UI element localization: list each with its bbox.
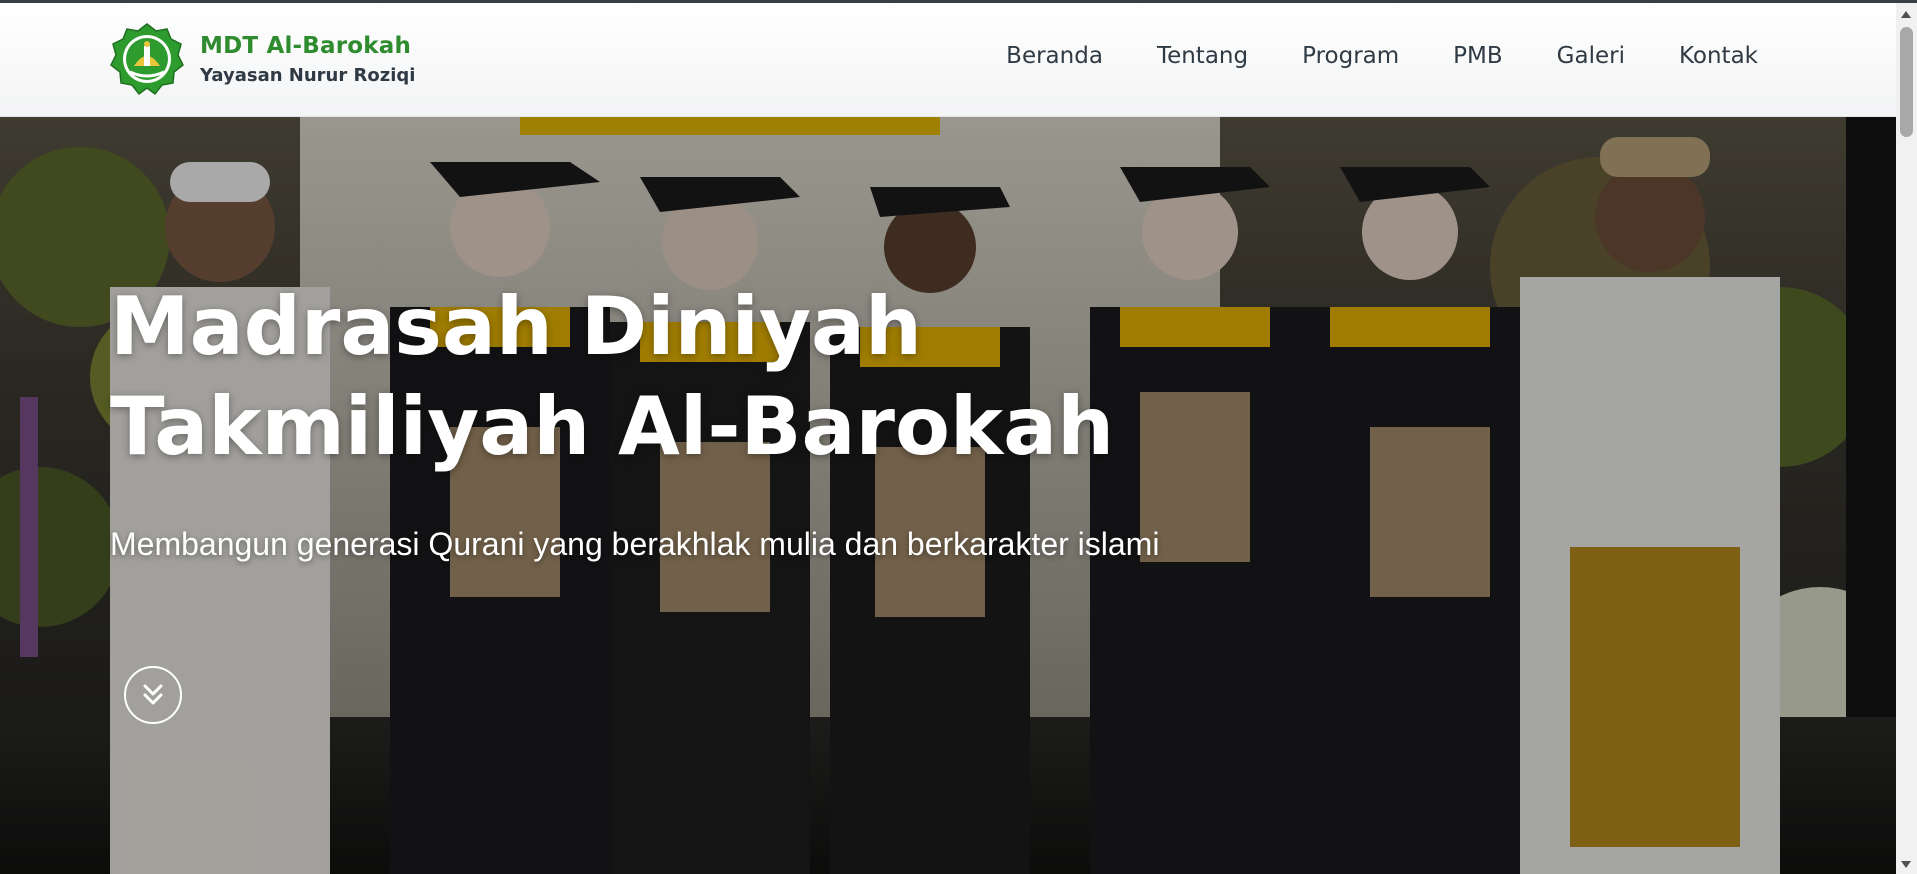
hero-section: Madrasah Diniyah Takmiliyah Al-Barokah M… bbox=[0, 117, 1896, 874]
nav-item-kontak[interactable]: Kontak bbox=[1679, 43, 1758, 69]
scroll-down-button[interactable] bbox=[124, 666, 182, 724]
hero-title-line1: Madrasah Diniyah bbox=[110, 280, 922, 373]
nav-item-program[interactable]: Program bbox=[1302, 43, 1399, 69]
brand[interactable]: MDT Al-Barokah Yayasan Nurur Roziqi bbox=[110, 22, 415, 96]
page-scrollbar[interactable] bbox=[1896, 3, 1917, 874]
site-header: MDT Al-Barokah Yayasan Nurur Roziqi Bera… bbox=[0, 3, 1896, 117]
nav-item-tentang[interactable]: Tentang bbox=[1157, 43, 1248, 69]
hero-title: Madrasah Diniyah Takmiliyah Al-Barokah bbox=[110, 277, 1210, 477]
brand-title: MDT Al-Barokah bbox=[200, 32, 412, 59]
scroll-up-arrow-icon[interactable] bbox=[1901, 11, 1911, 18]
nav-item-galeri[interactable]: Galeri bbox=[1557, 43, 1625, 69]
brand-subtitle: Yayasan Nurur Roziqi bbox=[200, 64, 416, 86]
hero-content: Madrasah Diniyah Takmiliyah Al-Barokah M… bbox=[110, 277, 1210, 569]
hero-subtitle: Membangun generasi Qurani yang berakhlak… bbox=[110, 526, 1160, 562]
hero-title-line2: Takmiliyah Al-Barokah bbox=[110, 380, 1115, 473]
double-chevron-down-icon bbox=[143, 684, 163, 705]
nav-item-beranda[interactable]: Beranda bbox=[1006, 43, 1103, 69]
scrollbar-thumb[interactable] bbox=[1900, 27, 1913, 137]
scroll-down-arrow-icon[interactable] bbox=[1901, 861, 1911, 868]
main-nav: Beranda Tentang Program PMB Galeri Konta… bbox=[1006, 43, 1758, 69]
madrasah-logo-icon bbox=[110, 23, 184, 96]
nav-item-pmb[interactable]: PMB bbox=[1453, 43, 1503, 69]
